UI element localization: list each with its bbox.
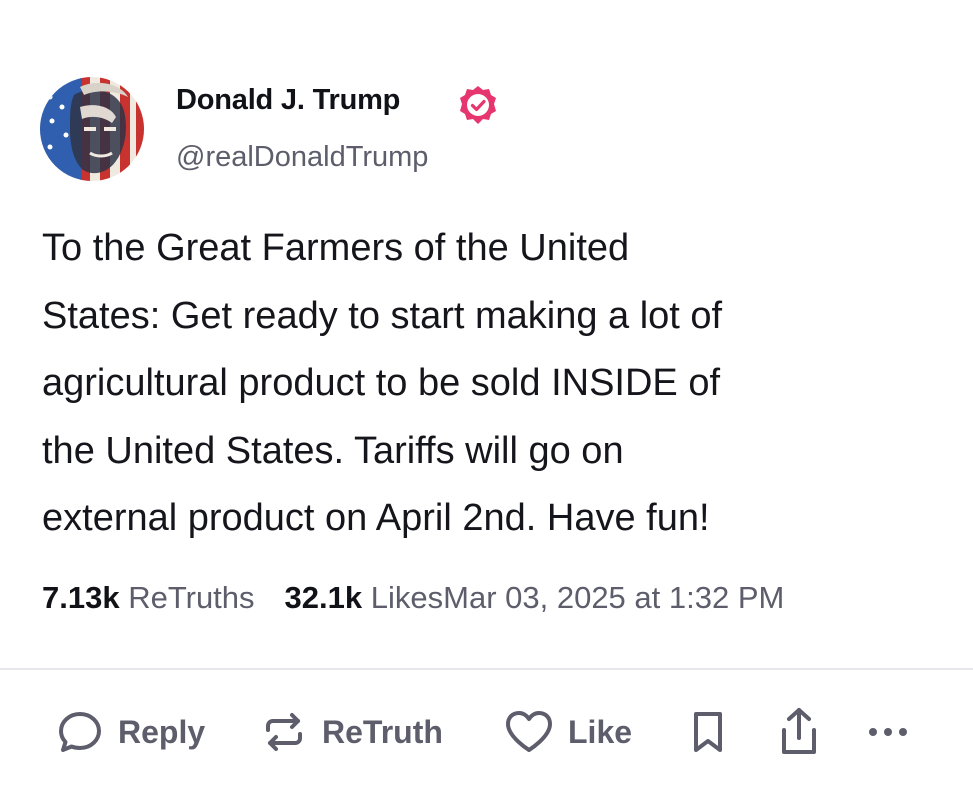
retruth-label: ReTruth [322,713,443,750]
action-bar: Reply ReTruth Like [0,700,973,764]
verified-badge-icon [460,86,496,124]
bookmark-button[interactable] [686,700,730,764]
post-stats: 7.13k ReTruths 32.1k LikesMar 03, 2025 at… [42,580,784,616]
share-button[interactable] [774,700,824,764]
repost-arrows-icon [266,713,302,751]
post-body-line: the United States. Tariffs will go on [42,429,624,472]
post-timestamp: Mar 03, 2025 at 1:32 PM [443,580,785,615]
post-body-line: To the Great Farmers of the United [42,227,630,269]
author-handle[interactable]: @realDonaldTrump [176,141,428,174]
avatar[interactable] [40,77,144,181]
post-body-line: States: Get ready to start making a lot … [42,294,723,337]
reply-button[interactable]: Reply [54,700,205,764]
more-dots-icon [869,728,907,736]
author-name[interactable]: Donald J. Trump [176,84,400,117]
speech-bubble-icon [59,712,101,752]
bookmark-icon [694,712,722,752]
avatar-image [40,77,144,181]
like-label: Like [568,713,633,750]
retruth-button[interactable]: ReTruth [258,700,443,764]
more-button[interactable] [862,700,914,764]
reply-label: Reply [118,713,206,750]
share-upload-icon [782,708,816,754]
likes-label[interactable]: Likes [371,580,443,615]
likes-count[interactable]: 32.1k [285,580,363,615]
like-button[interactable]: Like [502,700,632,764]
post-body-line: agricultural product to be sold INSIDE o… [42,362,721,404]
retruths-label[interactable]: ReTruths [128,580,254,615]
post-body-line: external product on April 2nd. Have fun! [42,497,710,539]
retruths-count[interactable]: 7.13k [42,580,120,615]
heart-icon [506,711,552,752]
divider [0,668,973,670]
post-card: Donald J. Trump @realDonaldTrump To the … [0,0,973,788]
post-body: To the Great Farmers of the United State… [42,215,942,553]
